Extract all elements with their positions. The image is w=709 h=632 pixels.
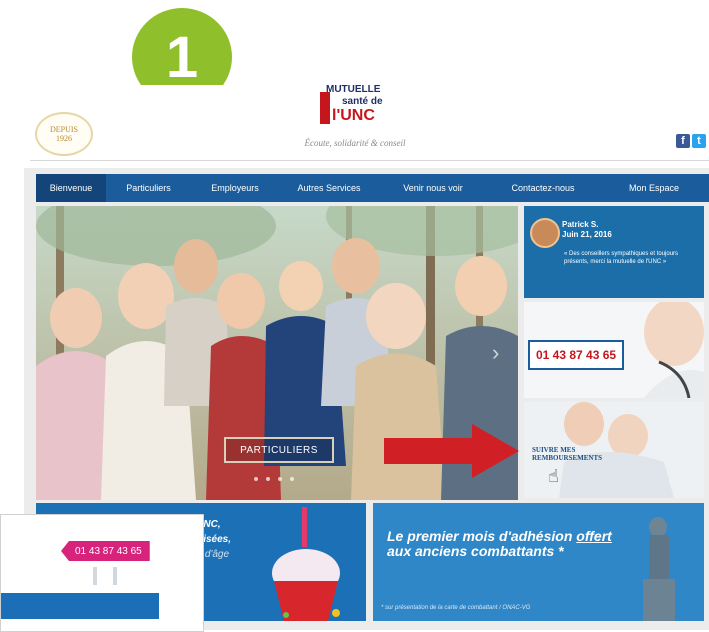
testimonial-quote: « Des conseillers sympathiques et toujou…	[564, 251, 679, 265]
track-reimbursements-label[interactable]: SUIVRE MES REMBOURSEMENTS	[532, 446, 602, 462]
red-arrow-icon	[384, 424, 519, 478]
phone-tag[interactable]: 01 43 87 43 65	[61, 541, 150, 561]
inset-nav-bar	[1, 593, 159, 619]
promo-banner-right[interactable]: Le premier mois d'adhésion offert aux an…	[373, 503, 704, 621]
twitter-icon[interactable]: t	[692, 134, 706, 148]
soldier-statue-illustration	[373, 503, 704, 621]
facebook-icon[interactable]: f	[676, 134, 690, 148]
nav-item-bienvenue[interactable]: Bienvenue	[36, 174, 106, 202]
nav-item-contactez-nous[interactable]: Contactez-nous	[487, 174, 599, 202]
testimonial-author: Patrick S.	[562, 220, 599, 229]
logo-accent	[320, 92, 330, 124]
since-1926-badge: DEPUIS 1926	[35, 112, 93, 156]
site-logo[interactable]: MUTUELLE santé de l'UNC	[318, 62, 388, 132]
since-year: 1926	[56, 134, 72, 143]
since-label: DEPUIS	[49, 125, 78, 134]
nav-item-employeurs[interactable]: Employeurs	[191, 174, 279, 202]
nav-item-mon-espace[interactable]: Mon Espace	[599, 174, 709, 202]
promo-right-title-line2: aux anciens combattants *	[387, 543, 564, 559]
offert-link[interactable]: offert	[576, 528, 612, 544]
logo-line-3: l'UNC	[332, 107, 375, 124]
nav-item-venir-nous-voir[interactable]: Venir nous voir	[379, 174, 487, 202]
divider	[93, 567, 97, 585]
site-tagline: Écoute, solidarité & conseil	[304, 138, 406, 148]
promo-right-title-pre: Le premier mois d'adhésion	[387, 528, 577, 544]
carousel-dot[interactable]	[290, 477, 294, 481]
zoom-inset-card: 01 43 87 43 65	[0, 514, 204, 632]
carousel-dots	[254, 477, 294, 481]
chevron-right-icon[interactable]: ›	[492, 340, 499, 366]
phone-number[interactable]: 01 43 87 43 65	[528, 340, 625, 370]
promo-right-footnote: * sur présentation de la carte de combat…	[381, 605, 531, 611]
testimonial-card: Patrick S. Juin 21, 2016 « Des conseille…	[524, 206, 704, 298]
reimbursement-tile[interactable]: SUIVRE MES REMBOURSEMENTS ☝	[524, 402, 704, 498]
header-divider	[30, 160, 709, 161]
divider	[113, 567, 117, 585]
promo-right-title: Le premier mois d'adhésion offert aux an…	[387, 529, 612, 559]
logo-line-1: MUTUELLE	[326, 84, 381, 95]
carousel-dot[interactable]	[266, 477, 270, 481]
nav-item-autres-services[interactable]: Autres Services	[279, 174, 379, 202]
carousel-dot[interactable]	[278, 477, 282, 481]
phone-contact-tile[interactable]: 01 43 87 43 65	[524, 302, 704, 398]
logo-line-2: santé de	[342, 96, 383, 107]
hand-pointer-icon: ☝	[548, 466, 559, 486]
particuliers-cta-button[interactable]: PARTICULIERS	[224, 437, 334, 463]
carousel-dot[interactable]	[254, 477, 258, 481]
testimonial-date: Juin 21, 2016	[562, 230, 612, 239]
avatar	[530, 218, 560, 248]
nav-item-particuliers[interactable]: Particuliers	[106, 174, 191, 202]
main-navbar: Bienvenue Particuliers Employeurs Autres…	[36, 174, 709, 202]
